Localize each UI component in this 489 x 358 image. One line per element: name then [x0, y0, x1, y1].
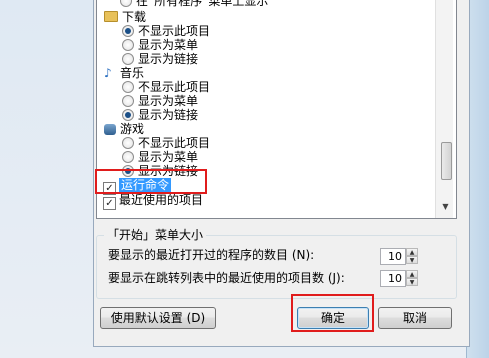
folder-icon	[104, 11, 118, 22]
tree-scrollbar[interactable]	[435, 0, 453, 218]
recent-items-label: 最近使用的项目	[119, 193, 204, 207]
radio-button[interactable]	[122, 137, 134, 149]
annotation-box-ok	[291, 294, 374, 332]
annotation-box-run-command	[95, 169, 207, 194]
downloads-option-link[interactable]: 显示为链接	[122, 52, 198, 66]
spin-up-icon[interactable]: ▲	[406, 248, 418, 256]
radio-button[interactable]	[120, 0, 132, 7]
option-label: 显示为菜单	[138, 38, 199, 52]
radio-button[interactable]	[122, 25, 134, 37]
music-option-menu[interactable]: 显示为菜单	[122, 94, 198, 108]
scrollbar-thumb[interactable]	[441, 142, 452, 180]
tree-group-downloads: 下载	[104, 10, 146, 24]
games-icon	[104, 124, 116, 135]
radio-button[interactable]	[122, 53, 134, 65]
music-option-link[interactable]: 显示为链接	[122, 108, 198, 122]
option-label: 显示为链接	[138, 52, 199, 66]
recent-programs-spin[interactable]: ▲ ▼	[406, 248, 418, 265]
games-option-hide[interactable]: 不显示此项目	[122, 136, 210, 150]
recent-programs-label: 要显示的最近打开过的程序的数目 (N):	[108, 248, 315, 262]
jump-list-label: 要显示在跳转列表中的最近使用的项目数 (J):	[108, 271, 345, 285]
games-option-menu[interactable]: 显示为菜单	[122, 150, 198, 164]
radio-button[interactable]	[122, 151, 134, 163]
jump-list-stepper[interactable]: 10	[380, 270, 406, 287]
option-label: 在“所有程序”菜单上显示	[136, 0, 269, 8]
downloads-option-menu[interactable]: 显示为菜单	[122, 38, 198, 52]
option-label: 不显示此项目	[138, 80, 211, 94]
use-defaults-button[interactable]: 使用默认设置 (D)	[100, 307, 216, 329]
jump-list-spin[interactable]: ▲ ▼	[406, 270, 418, 287]
option-label: 显示为链接	[138, 108, 199, 122]
radio-button[interactable]	[122, 81, 134, 93]
recent-items-checkbox[interactable]: ✓	[103, 197, 116, 210]
radio-button[interactable]	[122, 109, 134, 121]
radio-button[interactable]	[122, 39, 134, 51]
start-menu-size-title: 「开始」菜单大小	[104, 226, 207, 243]
spin-down-icon[interactable]: ▼	[406, 278, 418, 286]
recent-programs-stepper[interactable]: 10	[380, 248, 406, 265]
group-label: 音乐	[120, 66, 145, 80]
tree-group-music: ♪ 音乐	[104, 66, 144, 80]
downloads-option-hide[interactable]: 不显示此项目	[122, 24, 210, 38]
music-option-hide[interactable]: 不显示此项目	[122, 80, 210, 94]
group-label: 游戏	[120, 122, 145, 136]
spin-up-icon[interactable]: ▲	[406, 270, 418, 278]
group-label: 下载	[122, 10, 147, 24]
recent-items-item[interactable]: ✓ 最近使用的项目	[103, 193, 204, 210]
option-label: 显示为菜单	[138, 94, 199, 108]
radio-button[interactable]	[122, 95, 134, 107]
music-note-icon: ♪	[104, 66, 112, 80]
cancel-button[interactable]: 取消	[378, 307, 452, 329]
spin-down-icon[interactable]: ▼	[406, 256, 418, 264]
tree-group-games: 游戏	[104, 122, 144, 136]
tree-option-show-in-all-programs[interactable]: 在“所有程序”菜单上显示	[120, 0, 268, 8]
start-menu-size-group	[96, 235, 457, 299]
option-label: 不显示此项目	[138, 24, 211, 38]
option-label: 不显示此项目	[138, 136, 211, 150]
option-label: 显示为菜单	[138, 150, 199, 164]
scroll-down-arrow-icon[interactable]: ▼	[439, 200, 452, 214]
